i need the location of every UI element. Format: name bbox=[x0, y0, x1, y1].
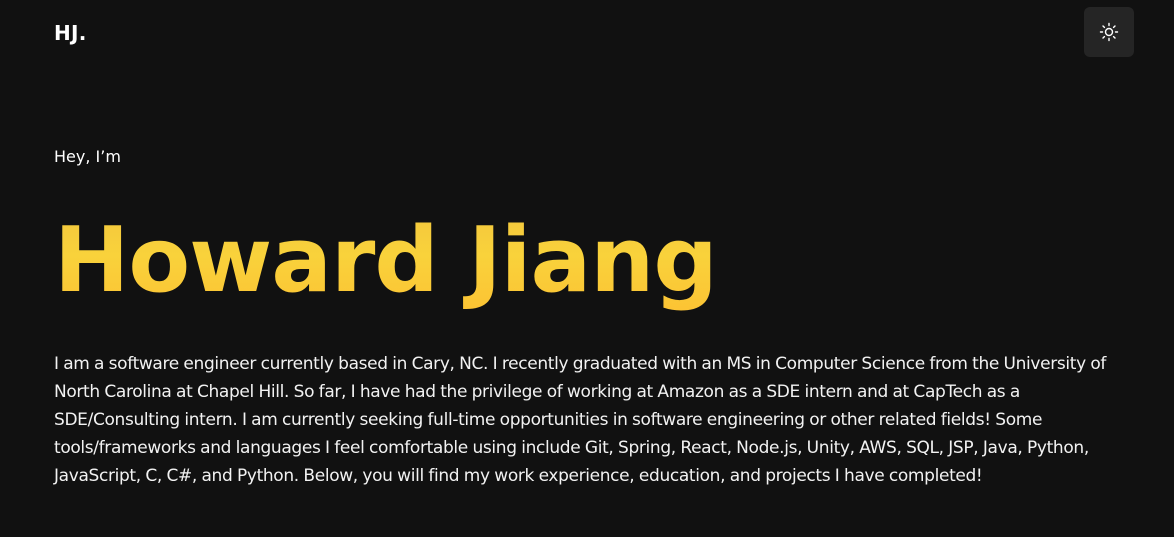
bio-paragraph: I am a software engineer currently based… bbox=[54, 354, 1107, 486]
logo-home-link[interactable]: HJ. bbox=[54, 20, 87, 46]
sun-icon bbox=[1099, 22, 1119, 42]
hero-name-heading: Howard Jiang bbox=[54, 206, 718, 316]
greeting-text: Hey, I’m bbox=[54, 147, 121, 166]
theme-toggle-button[interactable] bbox=[1084, 7, 1134, 57]
